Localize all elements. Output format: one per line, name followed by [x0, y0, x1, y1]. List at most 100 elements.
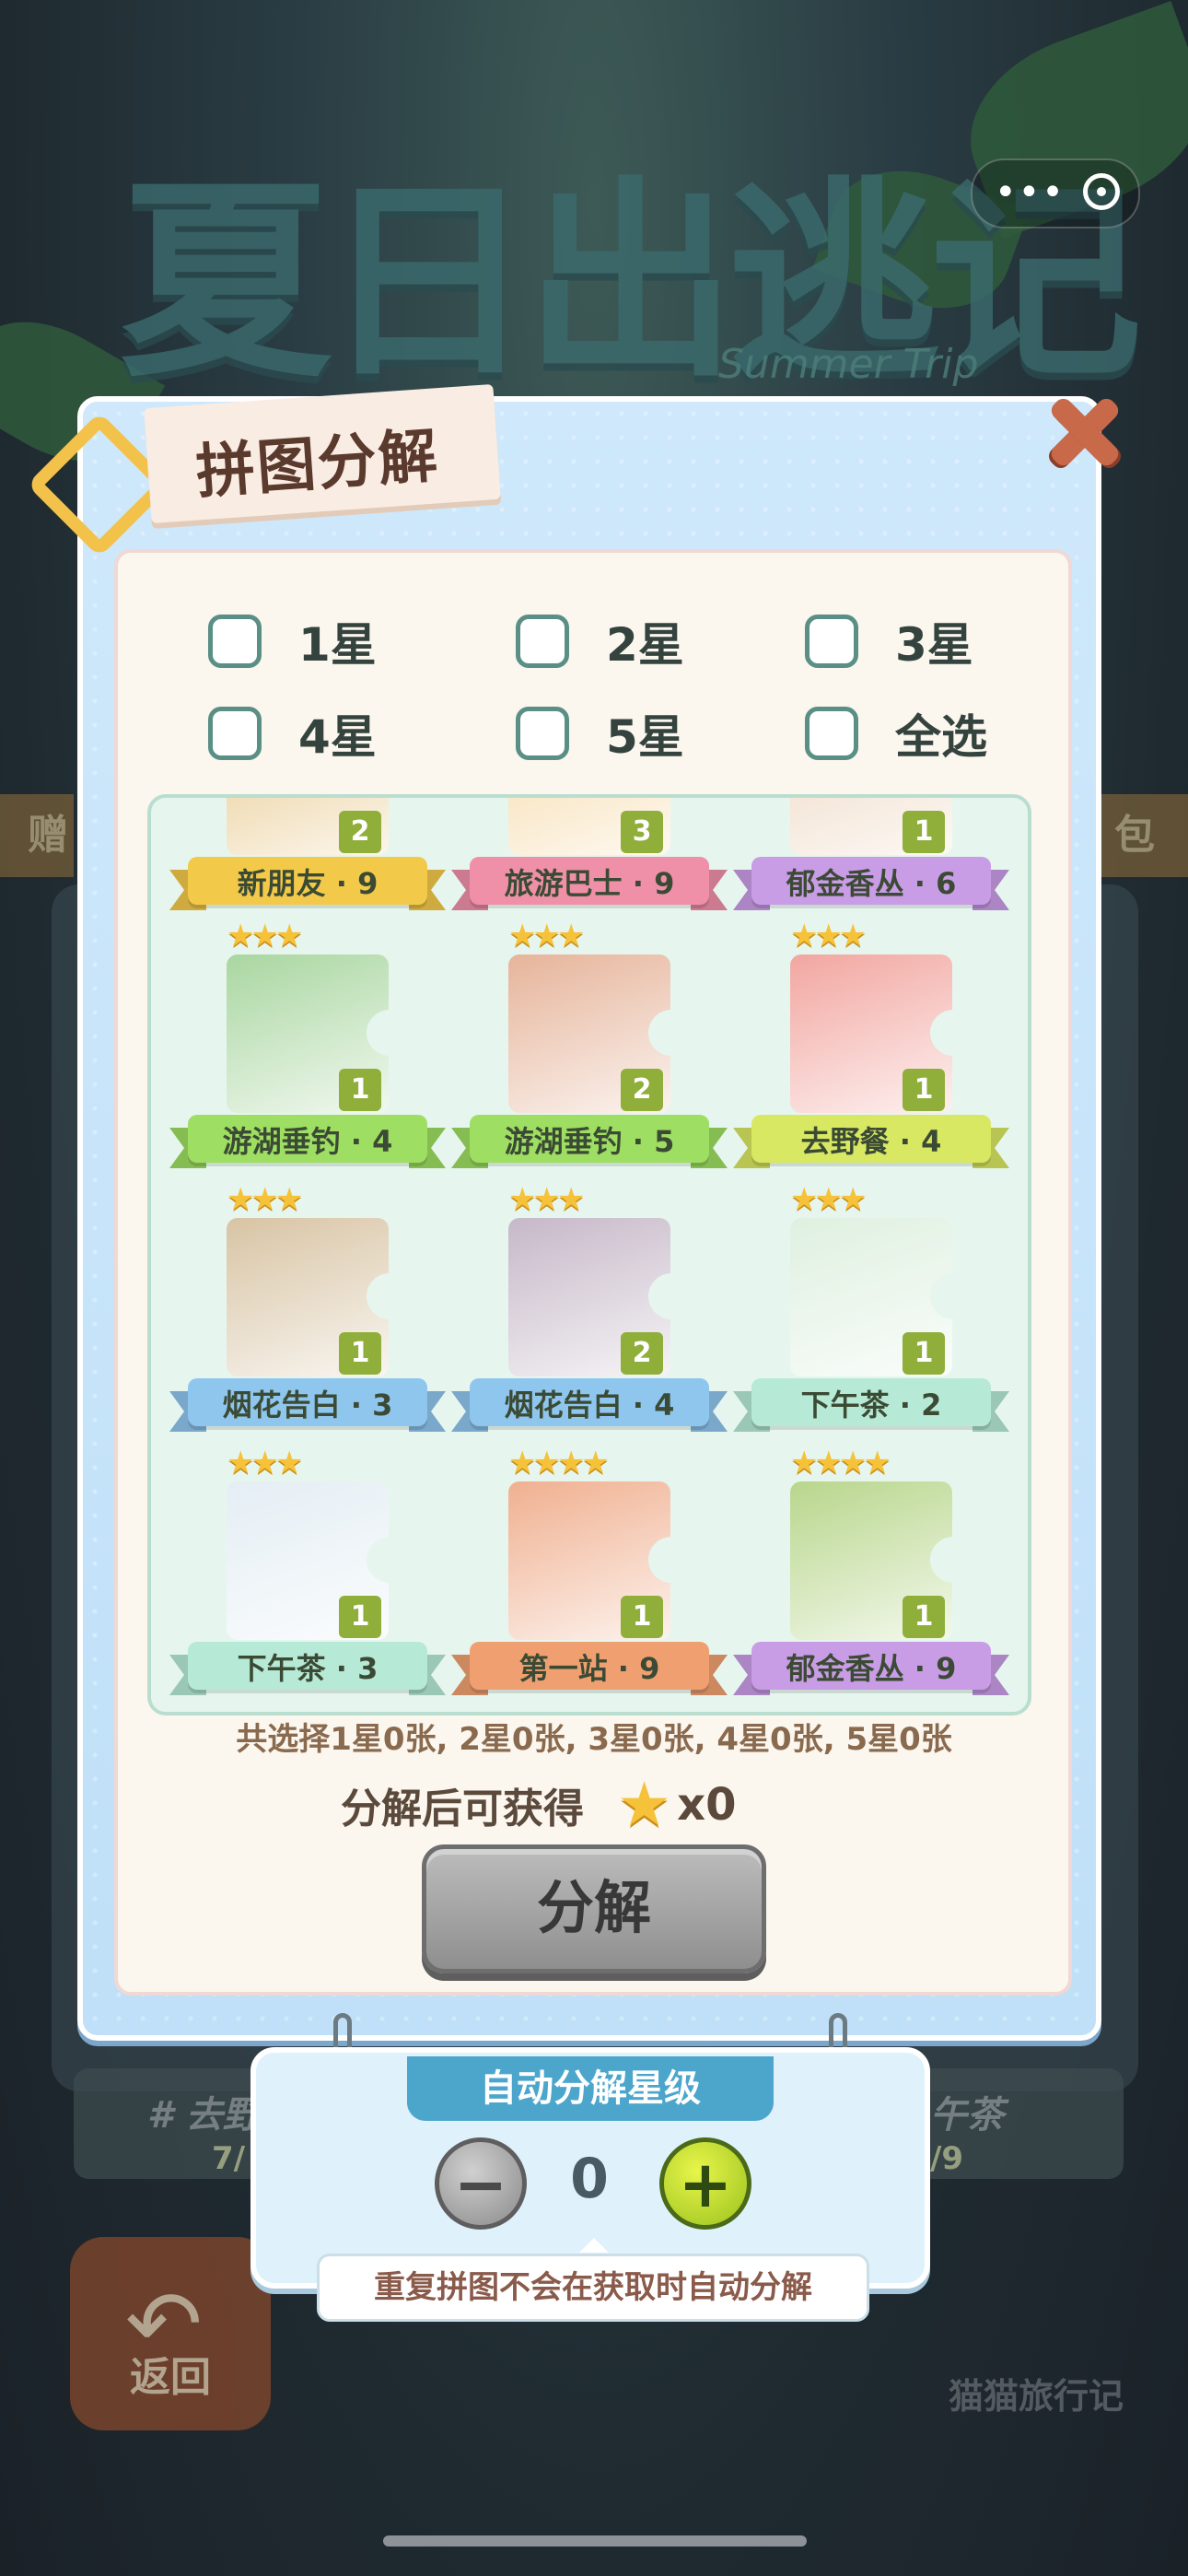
star-icon: ★: [617, 1769, 672, 1840]
card-count-badge: 1: [339, 1596, 381, 1638]
puzzle-card[interactable]: ★★★★ 1 第一站 · 9: [451, 1445, 728, 1703]
filter-3-star[interactable]: 3星: [805, 608, 973, 674]
checkbox[interactable]: [516, 707, 569, 760]
card-count-badge: 1: [903, 811, 945, 853]
background-bar-label: # 去野: [147, 2094, 260, 2137]
card-count-badge: 2: [621, 1332, 663, 1375]
card-name: 游湖垂钓 · 5: [504, 1124, 675, 1159]
back-button-label: 返回: [130, 2354, 211, 2401]
home-indicator[interactable]: [383, 2535, 807, 2547]
puzzle-card[interactable]: ★★★ 1 下午茶 · 3: [169, 1445, 446, 1703]
puzzle-knob: [367, 1273, 413, 1319]
card-stars: ★★★: [790, 1181, 867, 1218]
more-icon[interactable]: •••: [995, 171, 1066, 214]
card-name: 第一站 · 9: [518, 1651, 660, 1686]
card-name-banner: 去野餐 · 4: [733, 1109, 1009, 1174]
puzzle-card[interactable]: ★★★★ 1 郁金香丛 · 9: [733, 1445, 1009, 1703]
card-name: 郁金香丛 · 6: [786, 866, 957, 901]
card-stars: ★★★: [227, 1445, 303, 1481]
card-count-badge: 1: [621, 1596, 663, 1638]
selection-summary: 共选择1星0张, 2星0张, 3星0张, 4星0张, 5星0张: [236, 1721, 952, 1758]
puzzle-knob: [648, 1273, 694, 1319]
card-name: 去野餐 · 4: [800, 1124, 942, 1159]
filter-5-star[interactable]: 5星: [516, 700, 684, 767]
background-bar-progress: 7/: [212, 2140, 246, 2177]
card-name: 郁金香丛 · 9: [786, 1651, 957, 1686]
puzzle-card[interactable]: ★★★ 1 烟花告白 · 3: [169, 1181, 446, 1439]
reward-preview: 分解后可获得 ★ x0: [341, 1769, 737, 1840]
puzzle-grid[interactable]: 2 新朋友 · 9 3 旅游巴士 · 9 1 郁金香丛 · 6 ★★★ 1 游湖垂钓 · 4 ★★…: [147, 794, 1031, 1715]
puzzle-knob: [367, 1010, 413, 1056]
background-bar-label: 午茶: [930, 2094, 1004, 2137]
close-miniprogram-icon[interactable]: [1083, 173, 1120, 210]
puzzle-card[interactable]: ★★★ 1 下午茶 · 2: [733, 1181, 1009, 1439]
card-stars: ★★★: [508, 1181, 585, 1218]
minus-button[interactable]: −: [435, 2137, 527, 2230]
card-count-badge: 2: [339, 811, 381, 853]
background-progress-right: 午茶 /9: [912, 2068, 1124, 2179]
background-bar-progress: /9: [930, 2140, 964, 2177]
checkbox[interactable]: [208, 615, 262, 668]
checkbox[interactable]: [516, 615, 569, 668]
card-name: 旅游巴士 · 9: [504, 866, 675, 901]
filter-label: 1星: [298, 618, 377, 672]
background-side-tag-right: 包: [1087, 794, 1188, 877]
checkbox[interactable]: [805, 615, 858, 668]
puzzle-card[interactable]: ★★★ 2 烟花告白 · 4: [451, 1181, 728, 1439]
game-logo-subtitle: Summer Trip: [718, 341, 979, 388]
puzzle-knob: [930, 1010, 976, 1056]
card-count-badge: 1: [903, 1069, 945, 1111]
card-name-banner: 游湖垂钓 · 4: [169, 1109, 446, 1174]
puzzle-card[interactable]: ★★★ 1 去野餐 · 4: [733, 918, 1009, 1176]
card-count-badge: 1: [339, 1332, 381, 1375]
filter-1-star[interactable]: 1星: [208, 608, 377, 674]
card-stars: ★★★★: [508, 1445, 610, 1481]
card-name-banner: 游湖垂钓 · 5: [451, 1109, 728, 1174]
card-stars: ★★★: [227, 1181, 303, 1218]
filter-2-star[interactable]: 2星: [516, 608, 684, 674]
reward-count: x0: [677, 1778, 737, 1831]
card-name-banner: 新朋友 · 9: [169, 851, 446, 916]
card-name: 下午茶 · 2: [800, 1388, 942, 1423]
card-name-banner: 郁金香丛 · 6: [733, 851, 1009, 916]
back-button[interactable]: ↶ 返回: [70, 2237, 271, 2430]
puzzle-knob: [367, 1537, 413, 1583]
background-side-tag-left: 赠: [0, 794, 74, 877]
filter-4-star[interactable]: 4星: [208, 700, 377, 767]
card-name-banner: 下午茶 · 3: [169, 1636, 446, 1701]
puzzle-knob: [648, 1537, 694, 1583]
card-name: 游湖垂钓 · 4: [222, 1124, 393, 1159]
puzzle-card[interactable]: ★★★ 1 游湖垂钓 · 4: [169, 918, 446, 1176]
card-count-badge: 1: [339, 1069, 381, 1111]
puzzle-card[interactable]: 2 新朋友 · 9: [169, 798, 446, 918]
puzzle-card[interactable]: ★★★ 2 游湖垂钓 · 5: [451, 918, 728, 1176]
card-name-banner: 烟花告白 · 3: [169, 1373, 446, 1437]
plus-button[interactable]: +: [659, 2137, 751, 2230]
filter-label: 5星: [606, 710, 684, 764]
card-name-banner: 第一站 · 9: [451, 1636, 728, 1701]
puzzle-knob: [648, 1010, 694, 1056]
close-icon[interactable]: [1039, 387, 1127, 475]
card-stars: ★★★: [790, 918, 867, 954]
decompose-button[interactable]: 分解: [422, 1844, 766, 1973]
card-count-badge: 3: [621, 811, 663, 853]
card-stars: ★★★: [227, 918, 303, 954]
mini-program-capsule[interactable]: •••: [971, 158, 1140, 228]
card-name: 新朋友 · 9: [237, 866, 379, 901]
filter-label: 2星: [606, 618, 684, 672]
puzzle-card[interactable]: 3 旅游巴士 · 9: [451, 798, 728, 918]
filter-select-all[interactable]: 全选: [805, 700, 987, 767]
filter-label: 3星: [895, 618, 973, 672]
card-name-banner: 下午茶 · 2: [733, 1373, 1009, 1437]
card-stars: ★★★: [508, 918, 585, 954]
filter-label: 全选: [895, 710, 987, 764]
checkbox[interactable]: [805, 707, 858, 760]
dialog-title: 拼图分解: [193, 422, 442, 508]
card-name-banner: 旅游巴士 · 9: [451, 851, 728, 916]
puzzle-card[interactable]: 1 郁金香丛 · 6: [733, 798, 1009, 918]
card-name: 烟花告白 · 3: [222, 1388, 393, 1423]
card-count-badge: 1: [903, 1596, 945, 1638]
checkbox[interactable]: [208, 707, 262, 760]
puzzle-knob: [930, 1273, 976, 1319]
card-name-banner: 烟花告白 · 4: [451, 1373, 728, 1437]
